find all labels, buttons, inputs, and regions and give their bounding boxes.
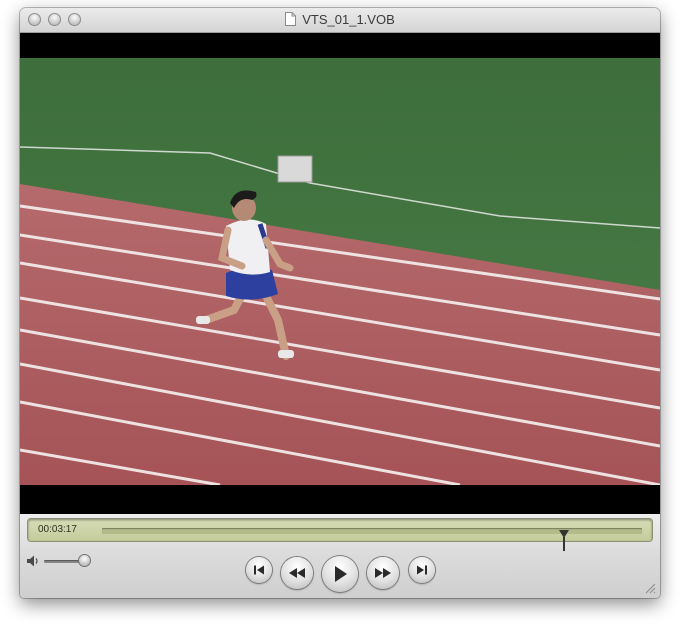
title-bar[interactable]: VTS_01_1.VOB — [20, 8, 660, 33]
window-title: VTS_01_1.VOB — [20, 12, 660, 27]
video-frame[interactable] — [20, 33, 660, 514]
fast-forward-button[interactable] — [367, 557, 399, 589]
document-icon — [285, 12, 297, 26]
resize-grip-icon[interactable] — [644, 582, 656, 594]
window-title-text: VTS_01_1.VOB — [302, 12, 395, 27]
volume-slider[interactable] — [44, 560, 84, 563]
scrubber-track[interactable] — [102, 528, 642, 551]
scrubber-display[interactable]: 00:03:17 — [28, 519, 652, 551]
current-time: 00:03:17 — [38, 524, 77, 535]
play-button[interactable] — [322, 556, 358, 592]
video-image — [20, 58, 660, 485]
volume-knob[interactable] — [79, 555, 90, 566]
play-icon — [335, 566, 347, 582]
playhead[interactable] — [558, 530, 569, 551]
movie-controller: 00:03:17 — [20, 514, 660, 598]
player-window: VTS_01_1.VOB 00:03:17 — [20, 8, 660, 598]
fast-forward-icon — [375, 568, 391, 578]
rewind-button[interactable] — [281, 557, 313, 589]
skip-to-end-icon — [417, 565, 427, 575]
speaker-icon — [27, 555, 38, 567]
skip-to-end-button[interactable] — [409, 557, 435, 583]
skip-to-start-icon — [254, 565, 264, 575]
rewind-icon — [289, 568, 305, 578]
skip-to-start-button[interactable] — [246, 557, 272, 583]
